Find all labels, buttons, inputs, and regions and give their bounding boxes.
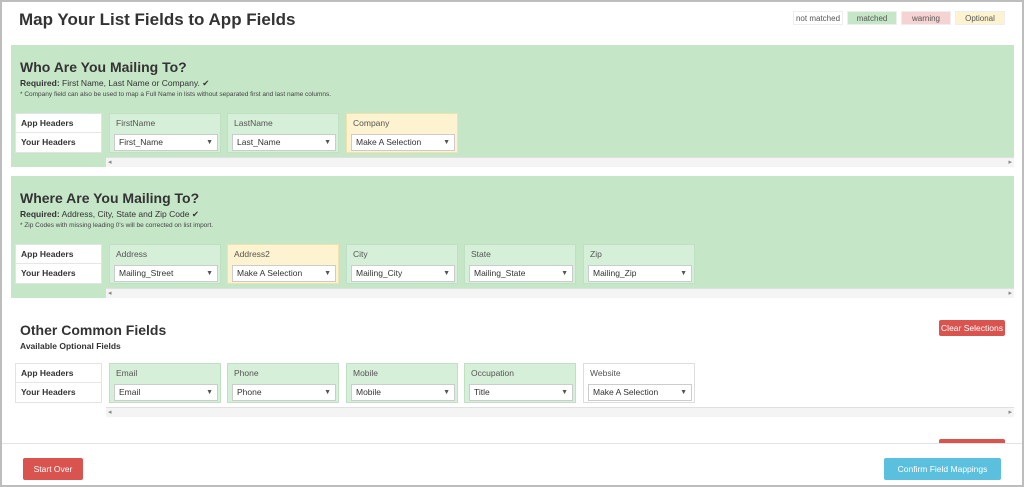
field-header: LastName: [234, 118, 273, 128]
header-labels: App Headers Your Headers: [15, 244, 102, 284]
header-select[interactable]: First_Name ▼: [114, 134, 218, 151]
app-headers-label: App Headers: [16, 114, 101, 133]
scroll-left-icon[interactable]: ◂: [108, 408, 112, 417]
caret-down-icon: ▼: [324, 270, 331, 277]
header-select[interactable]: Mobile ▼: [351, 384, 455, 401]
app-headers-label: App Headers: [16, 364, 101, 383]
your-headers-label: Your Headers: [21, 137, 76, 147]
check-icon: ✔: [191, 209, 199, 219]
who-note: * Company field can also be used to map …: [20, 91, 332, 98]
who-required: Required: First Name, Last Name or Compa…: [20, 78, 209, 89]
where-scrollbar[interactable]: ◂ ▸: [106, 288, 1014, 298]
field-city: City Mailing_City ▼: [346, 244, 458, 284]
field-occupation: Occupation Title ▼: [464, 363, 576, 403]
field-header: Website: [590, 368, 621, 378]
who-required-label: Required:: [20, 78, 60, 88]
scroll-right-icon[interactable]: ▸: [1008, 408, 1012, 417]
caret-down-icon: ▼: [324, 389, 331, 396]
other-title: Other Common Fields: [20, 322, 167, 338]
other-subtitle: Available Optional Fields: [20, 341, 121, 351]
header-select[interactable]: Email ▼: [114, 384, 218, 401]
your-headers-label: Your Headers: [21, 387, 76, 397]
where-title: Where Are You Mailing To?: [20, 190, 200, 206]
where-note: * Zip Codes with missing leading 0's wil…: [20, 222, 214, 229]
where-required: Required: Address, City, State and Zip C…: [20, 209, 199, 220]
header-labels: App Headers Your Headers: [15, 363, 102, 403]
who-required-text: First Name, Last Name or Company.: [62, 78, 200, 88]
who-title: Who Are You Mailing To?: [20, 59, 187, 75]
header-select[interactable]: Make A Selection ▼: [351, 134, 455, 151]
legend-not-matched: not matched: [793, 11, 843, 25]
caret-down-icon: ▼: [206, 139, 213, 146]
header-select[interactable]: Mailing_Street ▼: [114, 265, 218, 282]
scroll-left-icon[interactable]: ◂: [108, 289, 112, 298]
field-header: Email: [116, 368, 138, 378]
field-phone: Phone Phone ▼: [227, 363, 339, 403]
start-over-button[interactable]: Start Over: [23, 458, 83, 480]
caret-down-icon: ▼: [680, 270, 687, 277]
field-address: Address Mailing_Street ▼: [109, 244, 221, 284]
legend-optional: Optional: [955, 11, 1005, 25]
scroll-left-icon[interactable]: ◂: [108, 158, 112, 167]
field-header: Address2: [234, 249, 270, 259]
confirm-field-mappings-button[interactable]: Confirm Field Mappings: [884, 458, 1001, 480]
header-select[interactable]: Last_Name ▼: [232, 134, 336, 151]
header-select[interactable]: Mailing_State ▼: [469, 265, 573, 282]
field-header: Company: [353, 118, 390, 128]
legend-matched: matched: [847, 11, 897, 25]
caret-down-icon: ▼: [680, 389, 687, 396]
where-required-label: Required:: [20, 209, 60, 219]
page-title: Map Your List Fields to App Fields: [19, 10, 296, 29]
who-scrollbar[interactable]: ◂ ▸: [106, 157, 1014, 167]
scroll-right-icon[interactable]: ▸: [1008, 158, 1012, 167]
who-section: Who Are You Mailing To? Required: First …: [11, 45, 1014, 167]
field-header: Mobile: [353, 368, 379, 378]
field-mobile: Mobile Mobile ▼: [346, 363, 458, 403]
header-select[interactable]: Make A Selection ▼: [588, 384, 692, 401]
caret-down-icon: ▼: [443, 139, 450, 146]
field-website: Website Make A Selection ▼: [583, 363, 695, 403]
header-select[interactable]: Make A Selection ▼: [232, 265, 336, 282]
your-headers-label: Your Headers: [21, 268, 76, 278]
field-firstname: FirstName First_Name ▼: [109, 113, 221, 153]
where-required-text: Address, City, State and Zip Code: [61, 209, 190, 219]
header-select[interactable]: Mailing_Zip ▼: [588, 265, 692, 282]
where-section: Where Are You Mailing To? Required: Addr…: [11, 176, 1014, 298]
app-headers-label: App Headers: [16, 245, 101, 264]
scroll-right-icon[interactable]: ▸: [1008, 289, 1012, 298]
caret-down-icon: ▼: [561, 389, 568, 396]
header-labels: App Headers Your Headers: [15, 113, 102, 153]
status-legend: not matched matched warning Optional: [793, 11, 1005, 25]
clear-selections-button[interactable]: Clear Selections: [939, 320, 1005, 336]
field-header: State: [471, 249, 491, 259]
caret-down-icon: ▼: [324, 139, 331, 146]
field-email: Email Email ▼: [109, 363, 221, 403]
field-header: Address: [116, 249, 148, 259]
caret-down-icon: ▼: [206, 389, 213, 396]
other-scrollbar[interactable]: ◂ ▸: [106, 407, 1014, 417]
header-select[interactable]: Title ▼: [469, 384, 573, 401]
field-header: City: [353, 249, 368, 259]
field-zip: Zip Mailing_Zip ▼: [583, 244, 695, 284]
caret-down-icon: ▼: [561, 270, 568, 277]
caret-down-icon: ▼: [443, 270, 450, 277]
field-address2: Address2 Make A Selection ▼: [227, 244, 339, 284]
field-company: Company Make A Selection ▼: [346, 113, 458, 153]
footer-bar: Start Over Confirm Field Mappings: [2, 443, 1022, 485]
field-header: FirstName: [116, 118, 156, 128]
field-header: Occupation: [471, 368, 514, 378]
caret-down-icon: ▼: [206, 270, 213, 277]
field-state: State Mailing_State ▼: [464, 244, 576, 284]
field-lastname: LastName Last_Name ▼: [227, 113, 339, 153]
header-select[interactable]: Mailing_City ▼: [351, 265, 455, 282]
check-icon: ✔: [202, 78, 210, 88]
caret-down-icon: ▼: [443, 389, 450, 396]
other-section: Other Common Fields Available Optional F…: [11, 308, 1014, 426]
field-header: Zip: [590, 249, 602, 259]
mapping-window: Map Your List Fields to App Fields not m…: [0, 0, 1024, 487]
field-header: Phone: [234, 368, 259, 378]
legend-warning: warning: [901, 11, 951, 25]
header-select[interactable]: Phone ▼: [232, 384, 336, 401]
